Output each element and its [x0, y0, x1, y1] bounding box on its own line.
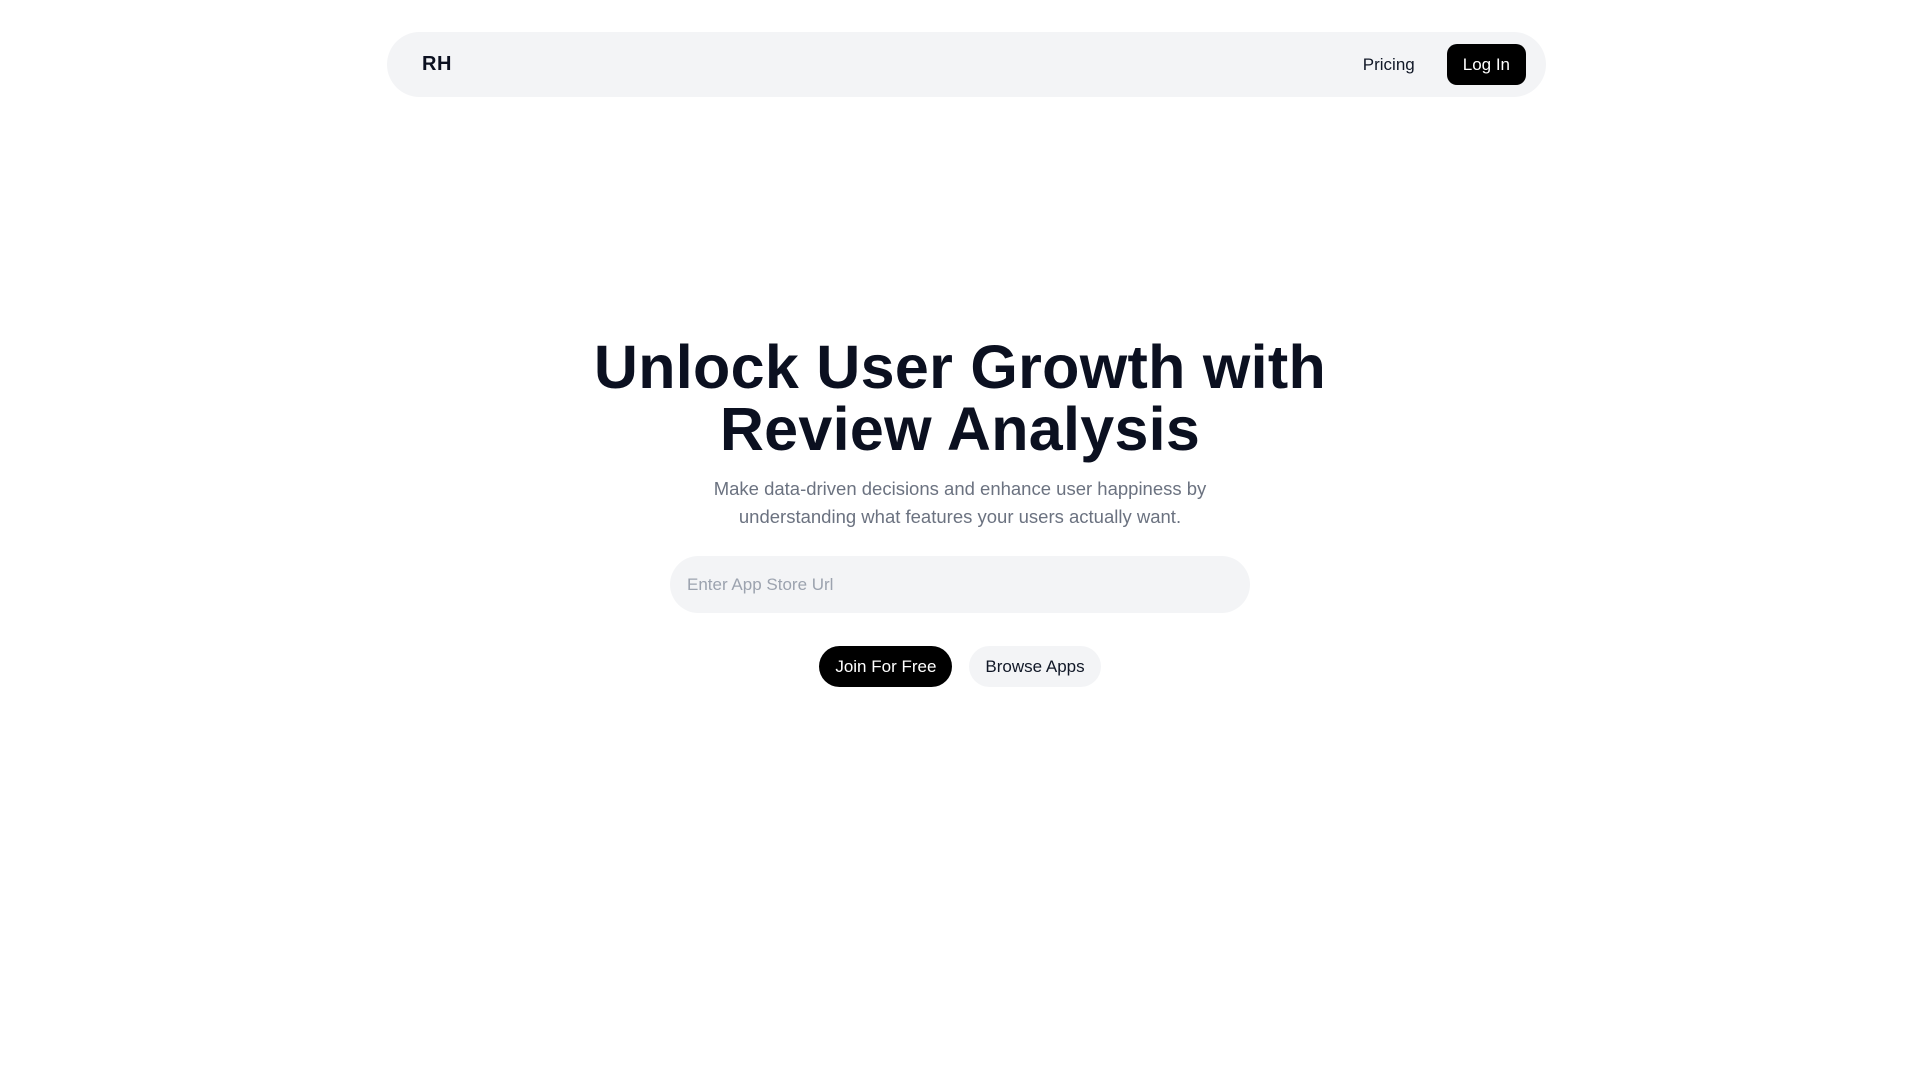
join-for-free-button[interactable]: Join For Free: [819, 646, 953, 687]
hero-subtitle: Make data-driven decisions and enhance u…: [713, 478, 1207, 527]
brand-logo[interactable]: RH: [422, 53, 452, 76]
nav-actions: Pricing Log In: [1363, 44, 1526, 85]
hero-section: Unlock User Growth with Review Analysis …: [0, 336, 1920, 687]
login-button[interactable]: Log In: [1446, 44, 1526, 85]
cta-row: Join For Free Browse Apps: [819, 646, 1101, 687]
app-store-url-input[interactable]: [670, 556, 1250, 613]
browse-apps-button[interactable]: Browse Apps: [969, 646, 1101, 687]
hero-title: Unlock User Growth with Review Analysis: [593, 333, 1327, 463]
top-navbar: RH Pricing Log In: [387, 32, 1546, 97]
nav-link-pricing[interactable]: Pricing: [1363, 55, 1415, 75]
